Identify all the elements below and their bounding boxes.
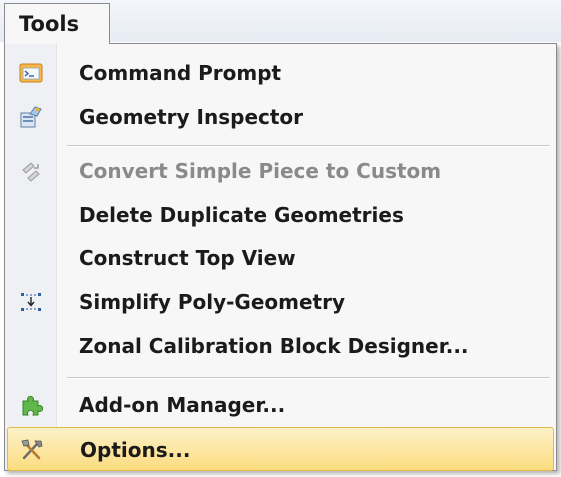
menu-header-tools[interactable]: Tools: [4, 3, 110, 44]
menu-item-label: Add-on Manager...: [79, 393, 286, 417]
tools-dropdown-menu: Command Prompt Geometry Inspector Conver…: [4, 43, 557, 471]
convert-piece-icon: [7, 149, 55, 193]
menu-item-options[interactable]: Options...: [7, 427, 554, 471]
menu-item-label: Delete Duplicate Geometries: [79, 203, 404, 227]
puzzle-piece-icon: [7, 383, 55, 427]
menu-item-geometry-inspector[interactable]: Geometry Inspector: [7, 95, 554, 139]
menu-item-label: Simplify Poly-Geometry: [79, 290, 346, 314]
menu-item-convert-simple-piece[interactable]: Convert Simple Piece to Custom: [7, 149, 554, 193]
menu-item-delete-duplicate-geometries[interactable]: Delete Duplicate Geometries: [7, 193, 554, 237]
menu-separator: [67, 377, 550, 379]
menu-item-add-on-manager[interactable]: Add-on Manager...: [7, 383, 554, 427]
menu-item-label: Options...: [80, 438, 191, 462]
menu-item-label: Command Prompt: [79, 61, 282, 85]
simplify-geometry-icon: [7, 280, 55, 324]
menu-separator: [67, 145, 550, 147]
menu-item-label: Zonal Calibration Block Designer...: [79, 334, 469, 358]
menu-item-label: Geometry Inspector: [79, 105, 304, 129]
menu-item-label: Convert Simple Piece to Custom: [79, 159, 442, 183]
menu-item-command-prompt[interactable]: Command Prompt: [7, 51, 554, 95]
menu-item-simplify-poly-geometry[interactable]: Simplify Poly-Geometry: [7, 280, 554, 324]
command-prompt-icon: [7, 51, 55, 95]
menu-item-label: Construct Top View: [79, 246, 296, 270]
geometry-inspector-icon: [7, 95, 55, 139]
tools-icon: [8, 428, 56, 472]
menu-item-zonal-calibration-block-designer[interactable]: Zonal Calibration Block Designer...: [7, 324, 554, 368]
menu-item-construct-top-view[interactable]: Construct Top View: [7, 236, 554, 280]
